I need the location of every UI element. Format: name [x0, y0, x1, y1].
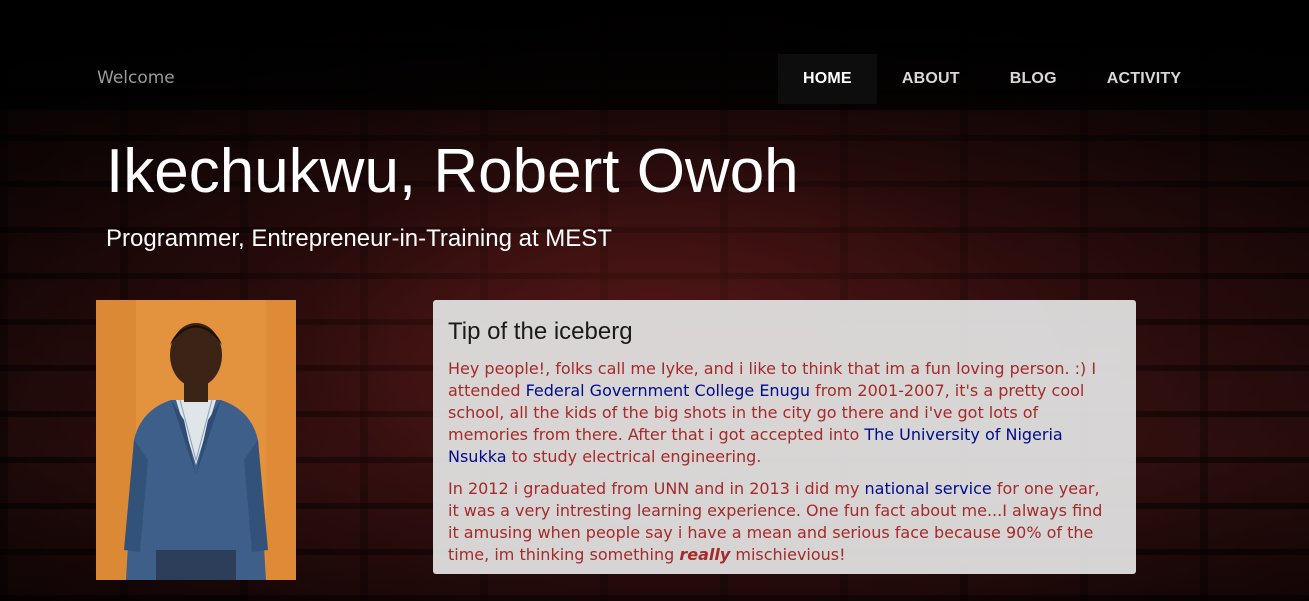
main-nav: HOME ABOUT BLOG ACTIVITY	[778, 54, 1206, 104]
nav-activity[interactable]: ACTIVITY	[1082, 54, 1207, 104]
link-national-service[interactable]: national service	[865, 479, 992, 498]
link-fgc-enugu[interactable]: Federal Government College Enugu	[526, 381, 810, 400]
brand-welcome[interactable]: Welcome	[97, 68, 175, 88]
page-title: Ikechukwu, Robert Owoh	[106, 137, 799, 206]
about-card: Tip of the iceberg Hey people!, folks ca…	[433, 300, 1136, 574]
p2-text-3: mischievious!	[730, 545, 846, 564]
nav-blog[interactable]: BLOG	[985, 54, 1082, 104]
nav-home[interactable]: HOME	[778, 54, 877, 104]
emphasis-really: really	[679, 545, 731, 564]
card-title: Tip of the iceberg	[448, 318, 633, 345]
page-subtitle: Programmer, Entrepreneur-in-Training at …	[106, 225, 612, 252]
profile-photo	[96, 300, 296, 580]
second-paragraph: In 2012 i graduated from UNN and in 2013…	[448, 478, 1112, 566]
nav-about[interactable]: ABOUT	[877, 54, 985, 104]
p1-text-3: to study electrical engineering.	[506, 447, 762, 466]
p2-text-1: In 2012 i graduated from UNN and in 2013…	[448, 479, 865, 498]
intro-paragraph: Hey people!, folks call me Iyke, and i l…	[448, 358, 1112, 468]
